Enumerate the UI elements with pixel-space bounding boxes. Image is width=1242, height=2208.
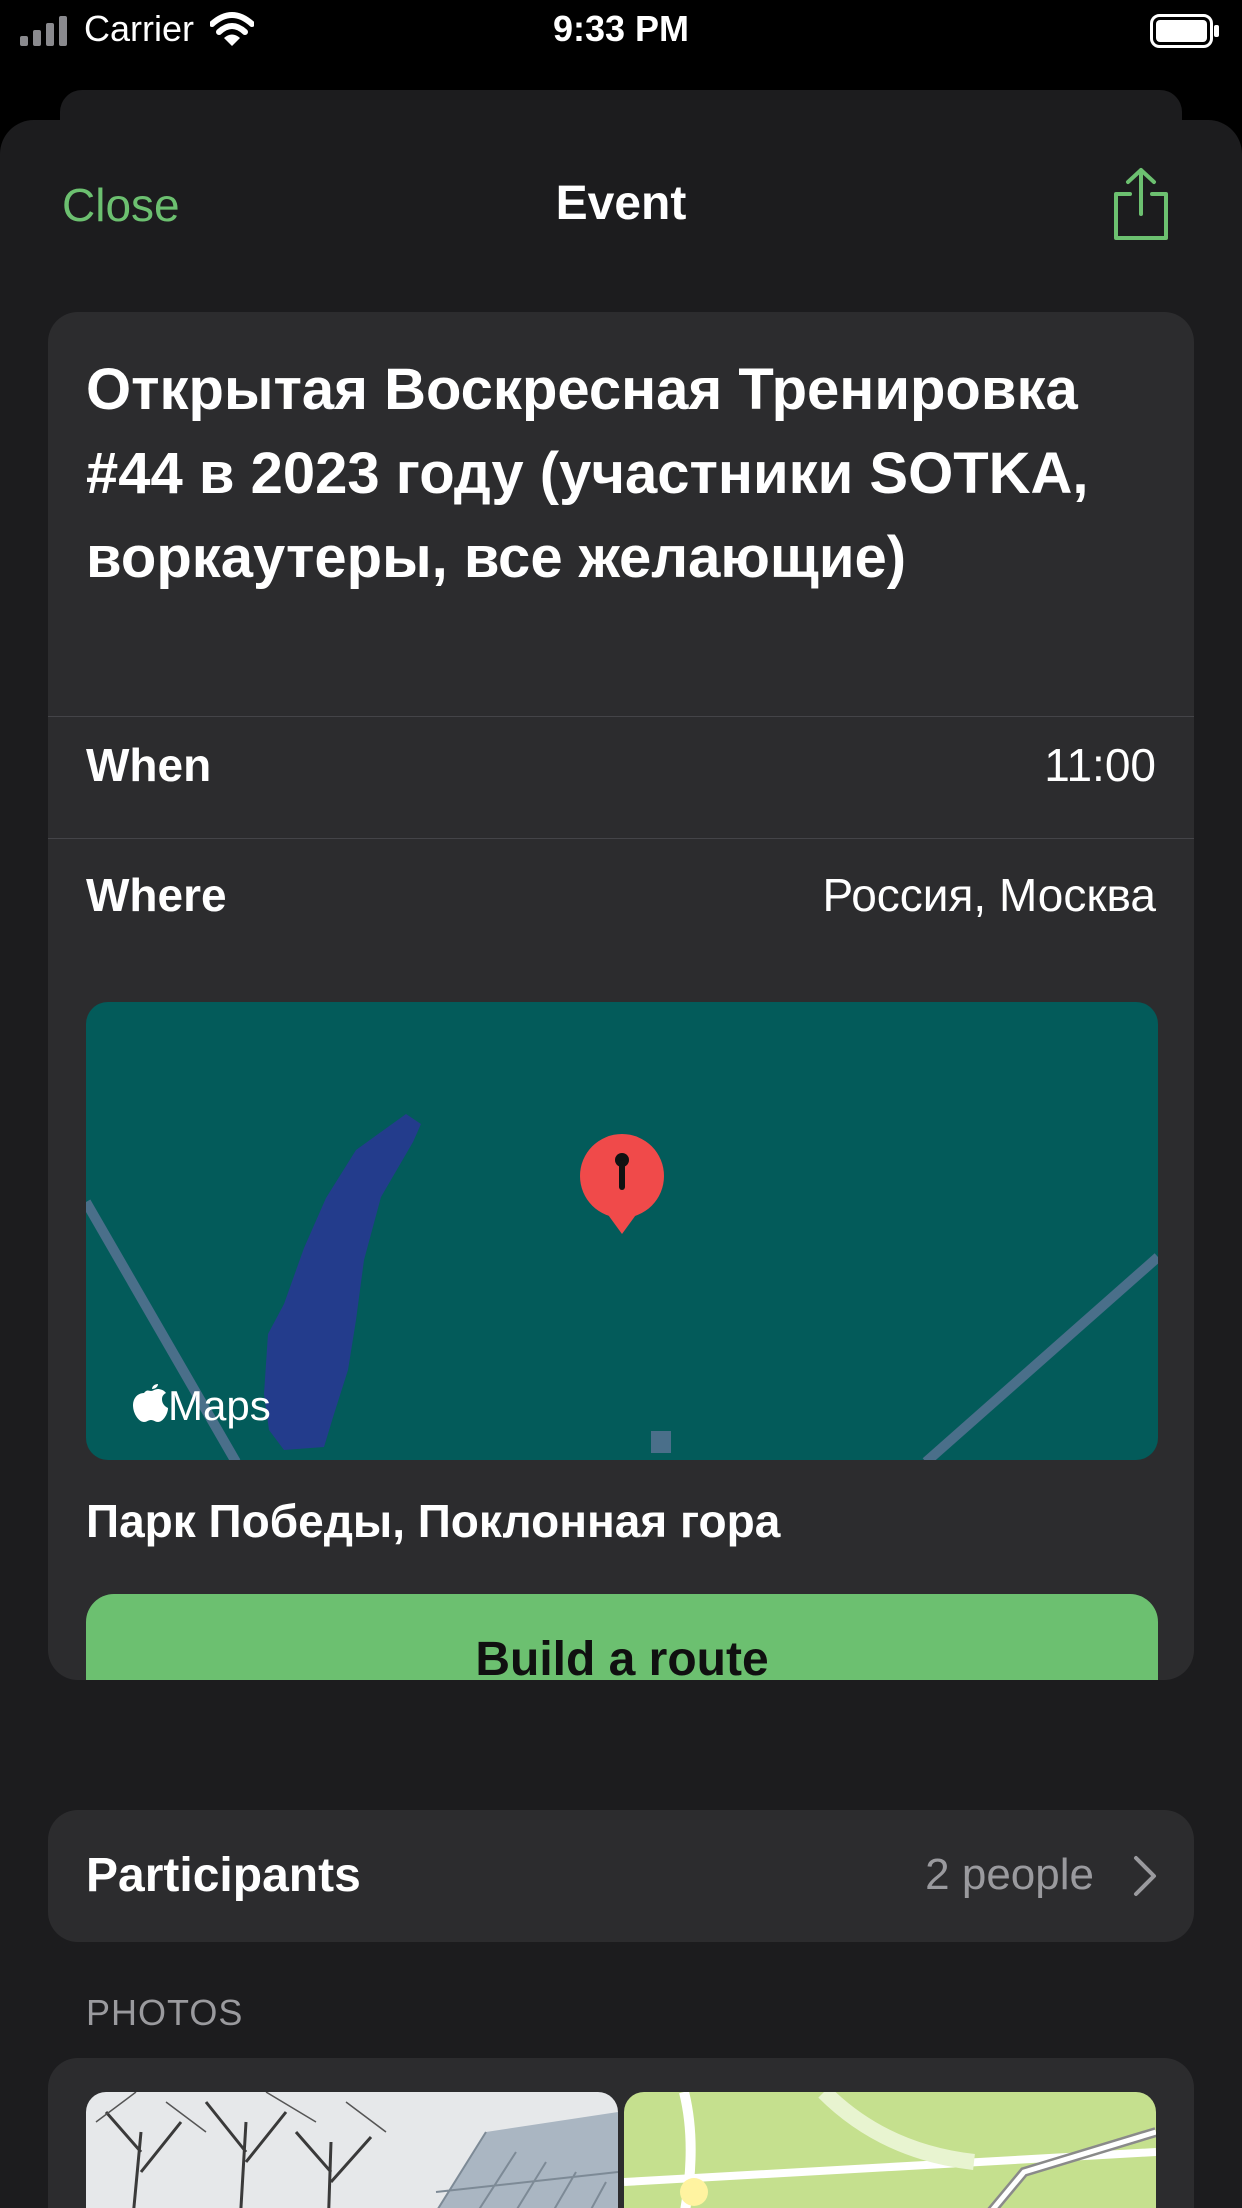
photo-thumbnail[interactable]	[624, 2092, 1156, 2208]
divider	[48, 838, 1194, 839]
where-value: Россия, Москва	[822, 869, 1156, 921]
chevron-right-icon	[1134, 1856, 1156, 1896]
photo-thumbnail[interactable]	[86, 2092, 618, 2208]
apple-logo-icon	[133, 1384, 168, 1422]
build-route-button[interactable]: Build a route	[86, 1594, 1158, 1680]
participants-row[interactable]: Participants 2 people	[48, 1810, 1194, 1942]
location-map[interactable]: Maps	[86, 1002, 1158, 1460]
status-time: 9:33 PM	[552, 8, 690, 49]
where-label: Where	[86, 869, 227, 921]
status-bar: Carrier 9:33 PM	[0, 0, 1242, 62]
when-label: When	[86, 739, 212, 791]
participants-label: Participants	[86, 1849, 361, 1902]
page-title: Event	[555, 177, 687, 230]
battery-icon	[1150, 14, 1219, 48]
share-icon[interactable]	[1110, 166, 1172, 242]
map-pin-icon	[580, 1134, 664, 1234]
event-details-card: Открытая Воскресная Тренировка #44 в 202…	[48, 312, 1194, 1680]
photos-section-header: PHOTOS	[86, 1992, 244, 2033]
when-value: 11:00	[1044, 739, 1156, 791]
event-sheet: Close Event Открытая Воскресная Трениров…	[0, 120, 1242, 2208]
event-title: Открытая Воскресная Тренировка #44 в 202…	[86, 357, 1089, 590]
divider	[48, 716, 1194, 717]
photo-map-image	[624, 2092, 1156, 2208]
park-pond-shape	[264, 1114, 421, 1450]
photos-card	[48, 2058, 1194, 2208]
participants-count: 2 people	[925, 1850, 1094, 1899]
photo-building-image	[86, 2092, 618, 2208]
place-name: Парк Победы, Поклонная гора	[86, 1495, 781, 1547]
maps-attribution: Maps	[168, 1382, 271, 1429]
